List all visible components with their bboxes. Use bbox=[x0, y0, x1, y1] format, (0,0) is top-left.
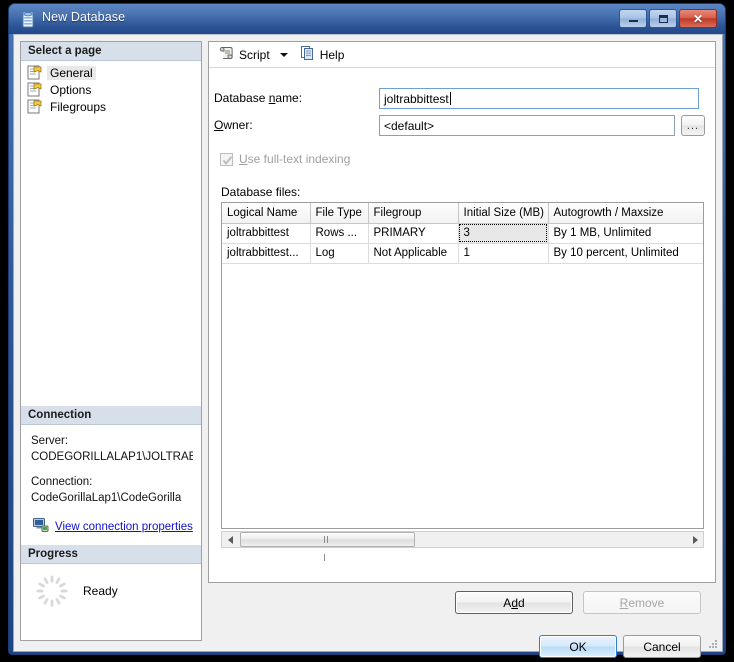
progress-section: Progress Ready bbox=[21, 545, 201, 608]
owner-input[interactable]: <default> bbox=[379, 115, 675, 136]
cell-file-type[interactable]: Rows ... bbox=[310, 223, 369, 244]
cell-logical-name[interactable]: joltrabbittest... bbox=[222, 243, 311, 264]
owner-label-row: Owner: bbox=[214, 118, 253, 132]
sidebar-item-label: General bbox=[47, 65, 96, 80]
sidebar-item-options[interactable]: Options bbox=[21, 81, 201, 98]
help-pages-icon bbox=[300, 45, 320, 64]
database-name-label: Database name: bbox=[214, 91, 303, 105]
page-icon bbox=[27, 65, 43, 80]
column-header-initial-size[interactable]: Initial Size (MB) bbox=[458, 203, 549, 224]
connection-value: CodeGorillaLap1\CodeGorilla bbox=[31, 491, 182, 504]
add-button-label: Add bbox=[503, 595, 525, 610]
cell-autogrowth[interactable]: By 1 MB, Unlimited bbox=[548, 223, 703, 244]
close-button[interactable]: ✕ bbox=[679, 9, 717, 28]
database-name-input[interactable]: joltrabbittest bbox=[379, 88, 699, 109]
cell-initial-size[interactable]: 1 bbox=[458, 243, 549, 264]
scrollbar-thumb[interactable] bbox=[240, 532, 415, 561]
column-header-logical-name[interactable]: Logical Name bbox=[222, 203, 311, 224]
sidebar-item-filegroups[interactable]: Filegroups bbox=[21, 98, 201, 115]
general-form: Database name: joltrabbittest Owner: <de… bbox=[209, 69, 715, 582]
server-info: Server: CODEGORILLALAP1\JOLTRABB bbox=[31, 434, 193, 465]
server-value: CODEGORILLALAP1\JOLTRABB bbox=[31, 450, 193, 463]
remove-button: Remove bbox=[583, 591, 701, 614]
database-name-label-row: Database name: bbox=[214, 91, 302, 105]
add-button[interactable]: Add bbox=[455, 591, 573, 614]
network-computer-icon bbox=[33, 518, 49, 538]
view-connection-properties-link[interactable]: View connection properties bbox=[55, 520, 193, 536]
help-button[interactable]: Help bbox=[296, 43, 349, 66]
connection-header: Connection bbox=[21, 406, 201, 425]
ok-button[interactable]: OK bbox=[539, 635, 617, 658]
cell-filegroup[interactable]: Not Applicable bbox=[368, 243, 459, 264]
database-files-grid[interactable]: Logical Name File Type Filegroup Initial… bbox=[221, 202, 704, 529]
server-label: Server: bbox=[31, 435, 69, 447]
script-scroll-icon bbox=[219, 45, 239, 64]
page-icon bbox=[27, 82, 43, 97]
database-icon bbox=[21, 11, 35, 28]
progress-header: Progress bbox=[21, 545, 201, 564]
select-a-page-header: Select a page bbox=[21, 42, 201, 61]
connection-label: Connection: bbox=[31, 476, 93, 489]
title-bar: New Database ✕ bbox=[9, 4, 725, 34]
connection-info: Connection: CodeGorillaLap1\CodeGorilla bbox=[31, 475, 193, 506]
close-icon: ✕ bbox=[692, 11, 704, 26]
owner-label: Owner: bbox=[214, 118, 253, 132]
resize-grip[interactable] bbox=[707, 637, 719, 649]
remove-button-label: Remove bbox=[619, 595, 665, 610]
page-list: General Options Filegroups bbox=[21, 61, 201, 115]
page-icon bbox=[27, 99, 43, 114]
checkbox-checked-icon[interactable] bbox=[220, 152, 233, 166]
table-row[interactable]: joltrabbittest Rows ... PRIMARY 3 By 1 M… bbox=[222, 223, 703, 244]
new-database-dialog-window: New Database ✕ Select a page General Opt… bbox=[8, 3, 726, 658]
chevron-down-icon[interactable] bbox=[279, 52, 288, 57]
sidebar-item-label: Filegroups bbox=[50, 99, 107, 114]
help-label: Help bbox=[319, 47, 345, 62]
progress-status: Ready bbox=[83, 584, 118, 598]
toolbar: Script Help bbox=[209, 42, 715, 68]
sidebar-item-general[interactable]: General bbox=[21, 64, 201, 81]
minimize-button[interactable] bbox=[619, 9, 647, 28]
column-header-filegroup[interactable]: Filegroup bbox=[368, 203, 459, 224]
cell-initial-size[interactable]: 3 bbox=[458, 223, 549, 244]
window-title: New Database bbox=[42, 10, 126, 24]
script-button[interactable]: Script bbox=[215, 43, 274, 66]
right-pane: Script Help Database name: joltrabbittes… bbox=[208, 41, 716, 583]
grid-horizontal-scrollbar[interactable] bbox=[221, 531, 704, 561]
scrollbar-grip bbox=[323, 536, 332, 561]
cell-autogrowth[interactable]: By 10 percent, Unlimited bbox=[548, 243, 703, 264]
grid-header-row: Logical Name File Type Filegroup Initial… bbox=[222, 203, 703, 224]
cancel-button[interactable]: Cancel bbox=[623, 635, 701, 658]
owner-value: <default> bbox=[384, 118, 435, 133]
cell-logical-name[interactable]: joltrabbittest bbox=[222, 223, 311, 244]
use-fulltext-indexing-label: Use full-text indexing bbox=[239, 152, 351, 166]
left-panel: Select a page General Options Filegroups… bbox=[20, 41, 202, 641]
sidebar-item-label: Options bbox=[50, 82, 92, 97]
owner-browse-button[interactable]: ... bbox=[681, 115, 705, 136]
database-files-label: Database files: bbox=[221, 185, 301, 199]
database-name-value: joltrabbittest bbox=[384, 91, 449, 106]
use-fulltext-indexing-row[interactable]: Use full-text indexing bbox=[220, 152, 350, 166]
scrollbar-track[interactable] bbox=[238, 532, 687, 561]
arrow-left-icon[interactable] bbox=[222, 532, 238, 547]
column-header-autogrowth[interactable]: Autogrowth / Maxsize bbox=[548, 203, 703, 224]
connection-section: Connection Server: CODEGORILLALAP1\JOLTR… bbox=[21, 406, 201, 542]
spinner-icon bbox=[35, 574, 69, 608]
dialog-client-area: Select a page General Options Filegroups… bbox=[13, 34, 723, 658]
table-row[interactable]: joltrabbittest... Log Not Applicable 1 B… bbox=[222, 243, 703, 264]
arrow-right-icon[interactable] bbox=[687, 532, 703, 547]
maximize-button[interactable] bbox=[649, 9, 677, 28]
cell-filegroup[interactable]: PRIMARY bbox=[368, 223, 459, 244]
text-caret bbox=[449, 92, 451, 105]
script-label: Script bbox=[239, 47, 270, 62]
column-header-file-type[interactable]: File Type bbox=[310, 203, 369, 224]
cell-file-type[interactable]: Log bbox=[310, 243, 369, 264]
